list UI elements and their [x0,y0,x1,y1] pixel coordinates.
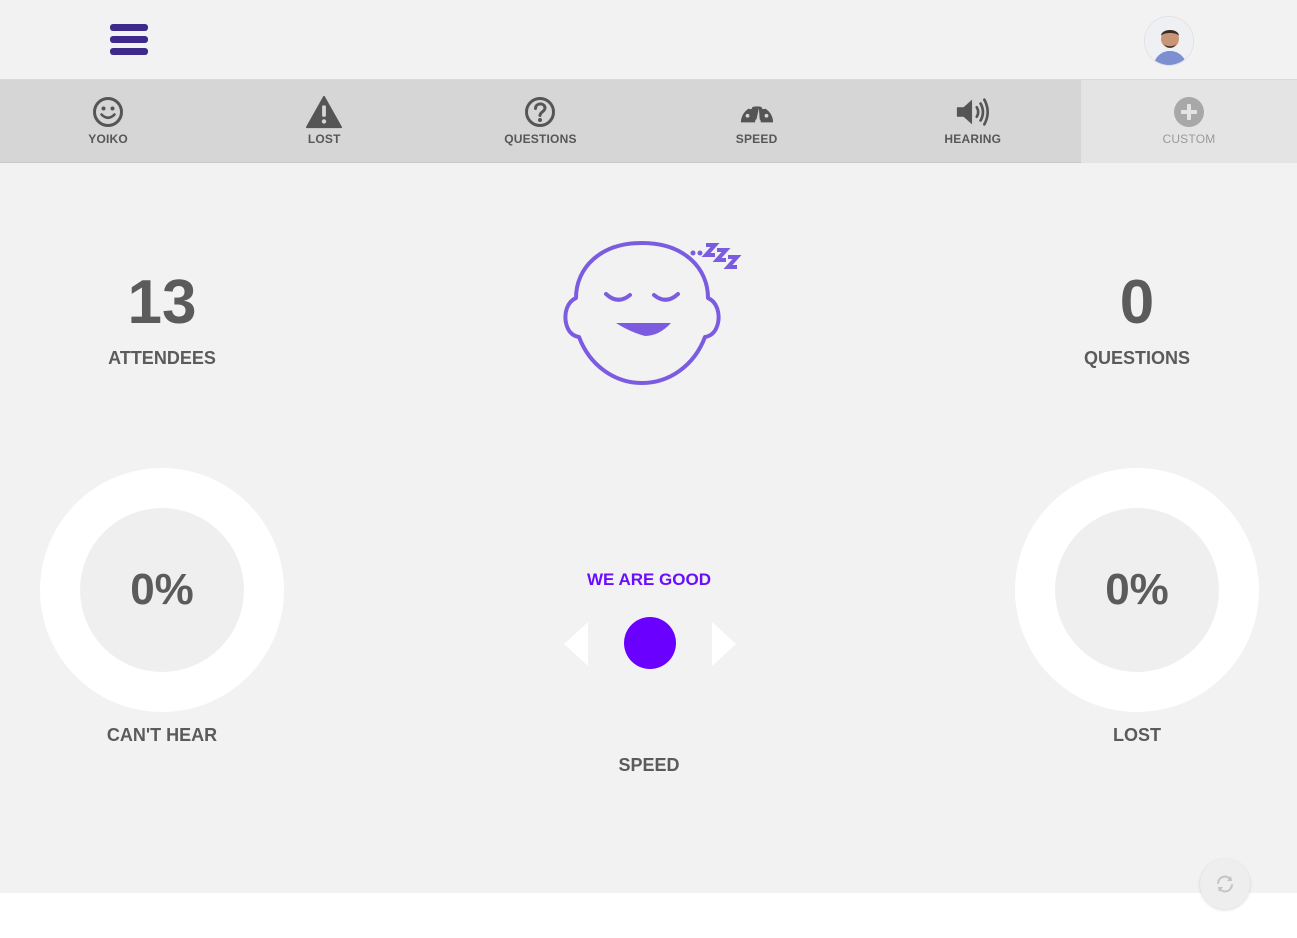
refresh-button[interactable] [1200,859,1250,909]
tab-label: LOST [307,132,341,146]
speed-indicator-dot[interactable] [624,617,676,669]
speed-status: WE ARE GOOD [586,570,712,589]
cant-hear-label: CAN'T HEAR [106,725,218,745]
smiley-icon [90,95,126,129]
plus-icon [1171,95,1207,129]
chevron-right-icon [712,622,736,666]
speaker-icon [955,95,991,129]
hamburger-menu-icon[interactable] [110,24,148,56]
speed-label: SPEED [618,755,680,775]
lost-value: 0% [1055,508,1219,672]
tab-hearing[interactable]: HEARING [865,80,1081,163]
tab-label: YOIKO [88,132,128,146]
tab-speed[interactable]: SPEED [649,80,865,163]
avatar[interactable] [1144,16,1194,66]
tab-questions[interactable]: QUESTIONS [432,80,648,163]
faster-arrow-button[interactable] [710,620,738,673]
top-bar [0,0,1297,80]
slower-arrow-button[interactable] [562,620,590,673]
tab-yoiko[interactable]: YOIKO [0,80,216,163]
footer-bar [0,893,1297,938]
questions-stat: 0 QUESTIONS [1037,272,1237,369]
questions-label: QUESTIONS [1083,348,1190,368]
question-icon [522,95,558,129]
attendees-stat: 13 ATTENDEES [62,272,262,369]
cant-hear-value: 0% [80,508,244,672]
chevron-left-icon [564,622,588,666]
warning-icon [306,95,343,129]
attendees-count: 13 [127,268,197,337]
tab-label: CUSTOM [1162,132,1216,146]
lost-gauge: 0% [1015,468,1259,712]
tab-label: SPEED [735,132,778,146]
attendees-label: ATTENDEES [108,348,216,368]
tab-lost[interactable]: LOST [216,80,432,163]
tab-label: QUESTIONS [504,132,577,146]
tab-custom[interactable]: CUSTOM [1080,80,1297,163]
refresh-icon [1217,875,1233,893]
tab-label: HEARING [944,132,1002,146]
speedometer-icon [739,95,775,129]
questions-count: 0 [1119,268,1155,337]
sleeping-face-icon [560,238,744,388]
lost-label: LOST [1113,725,1161,745]
cant-hear-gauge: 0% [40,468,284,712]
tab-bar: YOIKO LOST QUESTIONS SPEED HEARING CUSTO… [0,80,1297,163]
user-photo [1145,17,1193,65]
